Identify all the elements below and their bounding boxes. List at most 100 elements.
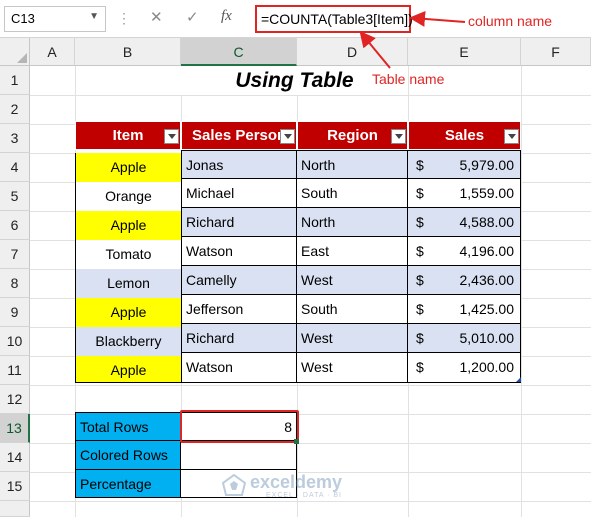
column-header-b[interactable]: B bbox=[75, 38, 181, 66]
sales-value: 4,196.00 bbox=[459, 243, 515, 259]
row-header-6[interactable]: 6 bbox=[0, 211, 30, 240]
total-rows-value-cell[interactable]: 8 bbox=[181, 412, 297, 441]
exceldemy-logo-icon bbox=[222, 474, 246, 496]
row-header-14[interactable]: 14 bbox=[0, 443, 30, 472]
fill-handle[interactable] bbox=[294, 439, 299, 444]
sales-value: 4,588.00 bbox=[459, 214, 515, 230]
row-header-13[interactable]: 13 bbox=[0, 414, 30, 443]
table-cell-region[interactable]: North bbox=[297, 208, 408, 237]
watermark-tagline: EXCEL · DATA · BI bbox=[266, 492, 342, 499]
row-header-10[interactable]: 10 bbox=[0, 327, 30, 356]
table-cell-sales[interactable]: $ 1,425.00 bbox=[408, 295, 521, 324]
header-label: Region bbox=[327, 127, 378, 144]
sales-value: 1,559.00 bbox=[459, 185, 515, 201]
header-label: Item bbox=[112, 127, 144, 144]
table-cell-person[interactable]: Jonas bbox=[181, 150, 297, 179]
table-cell-region[interactable]: South bbox=[297, 295, 408, 324]
row-header-2[interactable]: 2 bbox=[0, 95, 30, 124]
chevron-down-icon[interactable]: ▼ bbox=[89, 11, 99, 22]
table-cell-region[interactable]: West bbox=[297, 266, 408, 295]
filter-dropdown-icon[interactable] bbox=[391, 129, 406, 144]
column-header-e[interactable]: E bbox=[408, 38, 521, 66]
table-cell-sales[interactable]: $ 5,979.00 bbox=[408, 150, 521, 179]
gridline bbox=[521, 66, 522, 517]
table-cell-item[interactable]: Apple bbox=[75, 298, 181, 327]
column-header-f[interactable]: F bbox=[521, 38, 591, 66]
table-cell-person[interactable]: Michael bbox=[181, 179, 297, 208]
cancel-icon[interactable]: ✕ bbox=[150, 8, 163, 26]
table-cell-person[interactable]: Watson bbox=[181, 353, 297, 383]
table-cell-sales[interactable]: $ 4,588.00 bbox=[408, 208, 521, 237]
enter-icon[interactable]: ✓ bbox=[186, 8, 199, 26]
more-options-icon: ⋮ bbox=[117, 10, 131, 26]
table-header-item[interactable]: Item bbox=[75, 121, 181, 150]
sales-value: 2,436.00 bbox=[459, 272, 515, 288]
row-header-5[interactable]: 5 bbox=[0, 182, 30, 211]
sales-value: 5,010.00 bbox=[459, 330, 515, 346]
table-cell-region[interactable]: East bbox=[297, 237, 408, 266]
table-name-annotation: Table name bbox=[372, 71, 445, 87]
row-header-11[interactable]: 11 bbox=[0, 356, 30, 385]
summary-label-percentage[interactable]: Percentage bbox=[75, 470, 181, 498]
filter-dropdown-icon[interactable] bbox=[504, 129, 519, 144]
row-header-15[interactable]: 15 bbox=[0, 472, 30, 501]
sales-value: 5,979.00 bbox=[459, 157, 515, 173]
table-cell-item[interactable]: Tomato bbox=[75, 240, 181, 269]
watermark: exceldemy EXCEL · DATA · BI bbox=[222, 472, 382, 502]
currency-symbol: $ bbox=[416, 157, 424, 173]
table-cell-sales[interactable]: $ 2,436.00 bbox=[408, 266, 521, 295]
formula-input[interactable]: =COUNTA(Table3[Item]) bbox=[255, 5, 413, 33]
gridline bbox=[30, 385, 591, 386]
table-cell-region[interactable]: West bbox=[297, 324, 408, 353]
table-cell-region[interactable]: West bbox=[297, 353, 408, 383]
table-cell-item[interactable]: Apple bbox=[75, 211, 181, 240]
name-box-value: C13 bbox=[11, 11, 35, 26]
filter-dropdown-icon[interactable] bbox=[280, 129, 295, 144]
table-cell-person[interactable]: Richard bbox=[181, 208, 297, 237]
insert-function-icon[interactable]: fx bbox=[221, 8, 232, 25]
table-cell-sales[interactable]: $ 5,010.00 bbox=[408, 324, 521, 353]
table-cell-person[interactable]: Watson bbox=[181, 237, 297, 266]
row-header-3[interactable]: 3 bbox=[0, 124, 30, 153]
currency-symbol: $ bbox=[416, 272, 424, 288]
column-name-annotation: column name bbox=[468, 13, 553, 29]
table-cell-item[interactable]: Apple bbox=[75, 153, 181, 182]
table-cell-item[interactable]: Blackberry bbox=[75, 327, 181, 356]
table-cell-sales[interactable]: $ 1,559.00 bbox=[408, 179, 521, 208]
summary-label-colored-rows[interactable]: Colored Rows bbox=[75, 441, 181, 470]
table-cell-sales[interactable]: $ 1,200.00 bbox=[408, 353, 521, 383]
table-cell-region[interactable]: South bbox=[297, 179, 408, 208]
row-header-12[interactable]: 12 bbox=[0, 385, 30, 414]
table-cell-item[interactable]: Lemon bbox=[75, 269, 181, 298]
table-resize-handle[interactable] bbox=[516, 377, 521, 382]
row-header-8[interactable]: 8 bbox=[0, 269, 30, 298]
table-header-region[interactable]: Region bbox=[297, 121, 408, 150]
table-cell-item[interactable]: Apple bbox=[75, 356, 181, 383]
currency-symbol: $ bbox=[416, 330, 424, 346]
column-header-d[interactable]: D bbox=[297, 38, 408, 66]
row-header-7[interactable]: 7 bbox=[0, 240, 30, 269]
row-header-4[interactable]: 4 bbox=[0, 153, 30, 182]
row-header-1[interactable]: 1 bbox=[0, 66, 30, 95]
row-header-16[interactable] bbox=[0, 501, 30, 517]
column-header-a[interactable]: A bbox=[30, 38, 75, 66]
currency-symbol: $ bbox=[416, 359, 424, 375]
select-all-corner[interactable] bbox=[0, 38, 30, 66]
table-cell-person[interactable]: Camelly bbox=[181, 266, 297, 295]
currency-symbol: $ bbox=[416, 301, 424, 317]
table-cell-sales[interactable]: $ 4,196.00 bbox=[408, 237, 521, 266]
name-box[interactable]: C13 ▼ bbox=[4, 6, 106, 32]
filter-dropdown-icon[interactable] bbox=[164, 129, 179, 144]
row-header-9[interactable]: 9 bbox=[0, 298, 30, 327]
summary-label-total-rows[interactable]: Total Rows bbox=[75, 412, 181, 441]
table-cell-region[interactable]: North bbox=[297, 150, 408, 179]
header-label: Sales bbox=[444, 127, 485, 144]
table-cell-person[interactable]: Richard bbox=[181, 324, 297, 353]
table-cell-item[interactable]: Orange bbox=[75, 182, 181, 211]
colored-rows-value-cell[interactable] bbox=[181, 441, 297, 470]
column-header-c[interactable]: C bbox=[181, 38, 297, 66]
table-cell-person[interactable]: Jefferson bbox=[181, 295, 297, 324]
header-label: Sales Person bbox=[192, 127, 287, 144]
table-header-sales-person[interactable]: Sales Person bbox=[181, 121, 297, 150]
table-header-sales[interactable]: Sales bbox=[408, 121, 521, 150]
